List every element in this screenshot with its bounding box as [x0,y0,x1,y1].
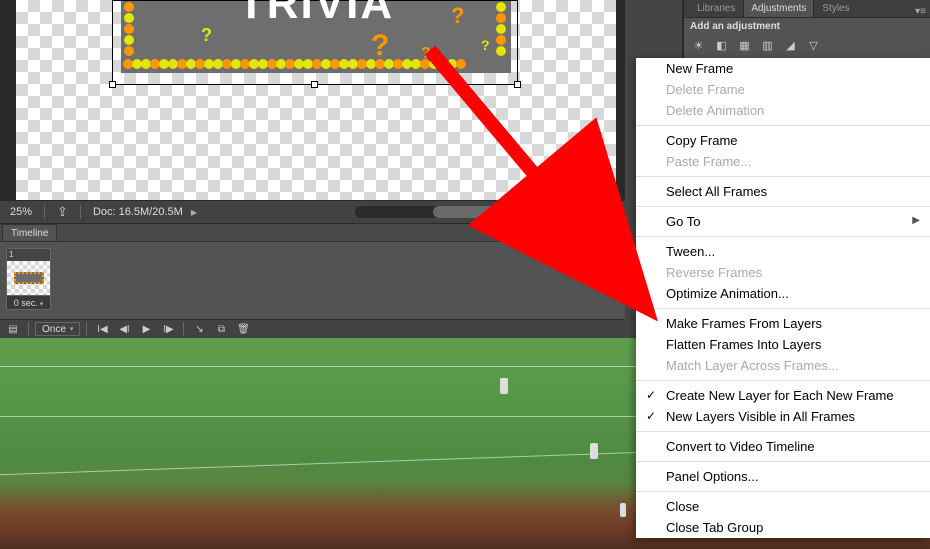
menu-item-new_layer_each[interactable]: Create New Layer for Each New Frame✓ [636,385,930,406]
timeline-tab-row: Timeline [0,224,625,242]
horizontal-scrollbar[interactable] [355,206,605,218]
menu-separator [636,308,930,309]
tab-libraries[interactable]: Libraries [689,0,743,17]
panel-menu-icon[interactable]: ▾≡ [915,6,930,17]
doc-info-chevron-icon[interactable]: ▶ [191,208,197,217]
levels-icon[interactable]: ◧ [713,37,730,54]
panel-tabs: Libraries Adjustments Styles ▾≡ [684,0,930,18]
frame-delay[interactable]: 0 sec. [7,295,50,309]
right-panel: Libraries Adjustments Styles ▾≡ Add an a… [683,0,930,58]
menu-item-visible_all[interactable]: New Layers Visible in All Frames✓ [636,406,930,427]
resize-handle-br[interactable] [514,81,521,88]
menu-item-convert_video[interactable]: Convert to Video Timeline [636,436,930,457]
timeline-controls: ▤ Once▾ I◀ ◀I ▶ I▶ ↘ ⧉ 🗑 [0,319,625,338]
brightness-icon[interactable]: ☀ [690,37,707,54]
timeline-panel: Timeline 1 0 sec. ▤ Once▾ I◀ ◀I ▶ I▶ ↘ ⧉… [0,223,625,338]
menu-item-panel_options[interactable]: Panel Options... [636,466,930,487]
first-frame-button[interactable]: I◀ [93,322,111,336]
canvas[interactable]: TRIVIA ? ? ? ? ? [16,0,616,200]
frame-thumb[interactable]: 1 0 sec. [6,248,51,310]
tab-timeline[interactable]: Timeline [2,224,57,241]
menu-separator [636,380,930,381]
menu-separator [636,461,930,462]
curves-icon[interactable]: ▦ [736,37,753,54]
menu-item-make_from_layers[interactable]: Make Frames From Layers [636,313,930,334]
menu-item-optimize[interactable]: Optimize Animation... [636,283,930,304]
menu-item-close_tab_group[interactable]: Close Tab Group [636,517,930,538]
menu-separator [636,431,930,432]
artwork-frame: TRIVIA ? ? ? ? ? [121,1,511,73]
tween-button[interactable]: ↘ [190,322,208,336]
hue-sat-icon[interactable]: ▽ [805,37,822,54]
frame-number: 1 [9,250,13,259]
artwork-text: TRIVIA [238,0,394,29]
next-frame-button[interactable]: I▶ [159,322,177,336]
share-icon[interactable]: ⇪ [57,204,68,220]
loop-mode-select[interactable]: Once▾ [35,322,80,336]
frames-area: 1 0 sec. [0,242,625,320]
menu-item-delete_frame: Delete Frame [636,79,930,100]
menu-separator [636,125,930,126]
menu-item-paste_frame: Paste Frame... [636,151,930,172]
selected-layer-bounds[interactable]: TRIVIA ? ? ? ? ? [112,0,518,85]
menu-separator [636,236,930,237]
convert-timeline-icon[interactable]: ▤ [4,322,22,336]
menu-item-close[interactable]: Close [636,496,930,517]
exposure-icon[interactable]: ▥ [759,37,776,54]
menu-separator [636,491,930,492]
menu-separator [636,206,930,207]
play-button[interactable]: ▶ [137,322,155,336]
menu-item-delete_animation: Delete Animation [636,100,930,121]
menu-item-reverse_frames: Reverse Frames [636,262,930,283]
delete-frame-button[interactable]: 🗑 [234,322,252,336]
zoom-level[interactable]: 25% [10,206,32,218]
menu-item-new_frame[interactable]: New Frame [636,58,930,79]
menu-separator [636,176,930,177]
add-adjustment-label: Add an adjustment [684,18,930,35]
timeline-panel-menu: New FrameDelete FrameDelete Animation Cop… [636,58,930,538]
document-area: TRIVIA ? ? ? ? ? 25% [0,0,625,223]
tab-styles[interactable]: Styles [814,0,857,17]
menu-item-select_all[interactable]: Select All Frames [636,181,930,202]
vibrance-icon[interactable]: ◢ [782,37,799,54]
menu-item-tween[interactable]: Tween... [636,241,930,262]
menu-item-go_to[interactable]: Go To▶ [636,211,930,232]
resize-handle-bl[interactable] [109,81,116,88]
submenu-arrow-icon: ▶ [912,215,920,226]
document-status-bar: 25% ⇪ Doc: 16.5M/20.5M ▶ [0,201,625,223]
resize-handle-bc[interactable] [311,81,318,88]
check-icon: ✓ [646,388,656,402]
menu-item-copy_frame[interactable]: Copy Frame [636,130,930,151]
duplicate-frame-button[interactable]: ⧉ [212,322,230,336]
check-icon: ✓ [646,409,656,423]
doc-info: Doc: 16.5M/20.5M [93,206,183,218]
adjustment-icons-row: ☀ ◧ ▦ ▥ ◢ ▽ [684,35,930,56]
menu-item-match_layer: Match Layer Across Frames... [636,355,930,376]
prev-frame-button[interactable]: ◀I [115,322,133,336]
menu-item-flatten_into_layers[interactable]: Flatten Frames Into Layers [636,334,930,355]
tab-adjustments[interactable]: Adjustments [743,0,814,17]
